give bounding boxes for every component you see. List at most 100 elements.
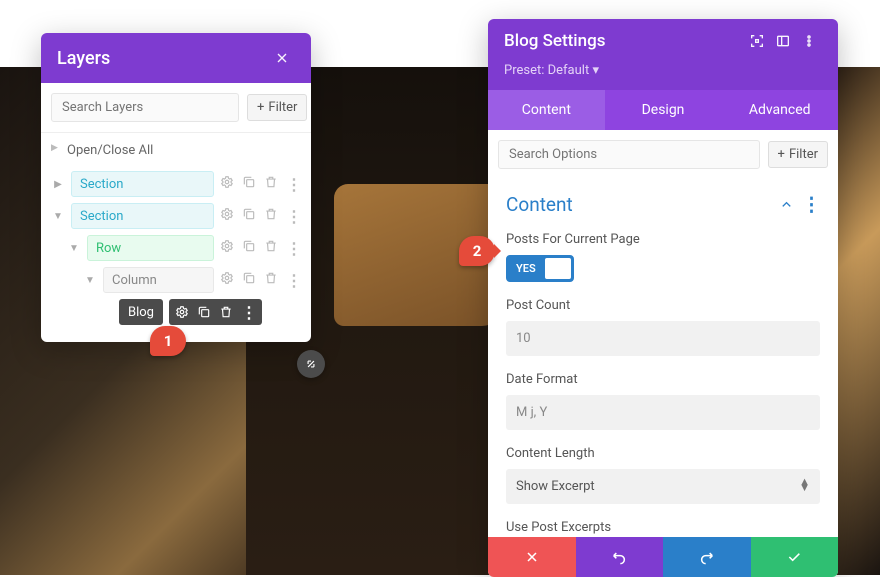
callout-2: 2 bbox=[459, 236, 495, 266]
callout-1: 1 bbox=[150, 326, 186, 356]
caret-down-icon[interactable]: ▼ bbox=[51, 211, 65, 222]
tree-row-column: ▼ Column ⋮ bbox=[51, 264, 301, 296]
save-button[interactable] bbox=[751, 537, 839, 577]
more-icon[interactable]: ⋮ bbox=[286, 207, 301, 226]
plus-icon: + bbox=[778, 147, 785, 162]
plus-icon: + bbox=[257, 100, 264, 115]
field-content-length: Content Length Show Excerpt ▲▼ bbox=[488, 440, 838, 514]
field-post-count: Post Count bbox=[488, 292, 838, 366]
tab-advanced[interactable]: Advanced bbox=[721, 90, 838, 130]
content-length-select[interactable]: Show Excerpt ▲▼ bbox=[506, 469, 820, 504]
tab-design[interactable]: Design bbox=[605, 90, 722, 130]
layers-header: Layers bbox=[41, 33, 311, 83]
layers-title: Layers bbox=[57, 48, 110, 69]
open-close-all[interactable]: ▶ Open/Close All bbox=[41, 133, 311, 168]
filter-label: Filter bbox=[268, 100, 297, 115]
more-icon[interactable]: ⋮ bbox=[286, 175, 301, 194]
blog-chip[interactable]: Blog bbox=[119, 299, 163, 325]
posts-current-toggle[interactable]: YES bbox=[506, 255, 574, 282]
row-actions-active: ⋮ bbox=[169, 299, 262, 325]
settings-panel: Blog Settings Preset: Default ▾ Content … bbox=[488, 19, 838, 577]
more-icon[interactable]: ⋮ bbox=[241, 303, 256, 322]
close-icon[interactable] bbox=[269, 45, 295, 71]
search-input[interactable] bbox=[51, 93, 239, 122]
section-title: Content bbox=[506, 193, 573, 216]
filter-label: Filter bbox=[789, 147, 818, 162]
expand-handle[interactable] bbox=[297, 350, 325, 378]
duplicate-icon[interactable] bbox=[242, 175, 256, 189]
trash-icon[interactable] bbox=[264, 175, 278, 189]
duplicate-icon[interactable] bbox=[197, 305, 211, 319]
caret-down-icon: ▾ bbox=[592, 63, 599, 78]
gear-icon[interactable] bbox=[220, 207, 234, 221]
gear-icon[interactable] bbox=[220, 239, 234, 253]
field-label: Content Length bbox=[506, 446, 820, 461]
caret-down-icon[interactable]: ▼ bbox=[83, 275, 97, 286]
select-value: Show Excerpt bbox=[506, 469, 820, 504]
duplicate-icon[interactable] bbox=[242, 239, 256, 253]
settings-footer bbox=[488, 537, 838, 577]
more-icon[interactable] bbox=[796, 28, 822, 54]
trash-icon[interactable] bbox=[264, 271, 278, 285]
layer-tree: ▶ Section ⋮ ▼ Section ⋮ ▼ Row bbox=[41, 168, 311, 342]
caret-down-icon[interactable]: ▼ bbox=[67, 243, 81, 254]
trash-icon[interactable] bbox=[219, 305, 233, 319]
panel-toggle-icon[interactable] bbox=[770, 28, 796, 54]
date-format-input[interactable] bbox=[506, 395, 820, 430]
field-posts-current: Posts For Current Page YES bbox=[488, 226, 838, 292]
tree-row-section: ▼ Section ⋮ bbox=[51, 200, 301, 232]
tree-row-row: ▼ Row ⋮ bbox=[51, 232, 301, 264]
preset-label: Preset: Default bbox=[504, 63, 589, 78]
filter-button[interactable]: + Filter bbox=[247, 94, 307, 121]
caret-right-icon: ▶ bbox=[51, 143, 58, 153]
section-chip[interactable]: Section bbox=[71, 171, 214, 197]
field-label: Use Post Excerpts bbox=[506, 520, 820, 535]
row-chip[interactable]: Row bbox=[87, 235, 214, 261]
more-icon[interactable]: ⋮ bbox=[286, 239, 301, 258]
tree-row-blog: Blog ⋮ bbox=[51, 296, 301, 328]
more-icon[interactable]: ⋮ bbox=[802, 193, 820, 216]
preset-row[interactable]: Preset: Default ▾ bbox=[488, 63, 838, 90]
cancel-button[interactable] bbox=[488, 537, 576, 577]
layers-panel: Layers + Filter ▶ Open/Close All ▶ Secti… bbox=[41, 33, 311, 342]
settings-header: Blog Settings bbox=[488, 19, 838, 63]
field-date-format: Date Format bbox=[488, 366, 838, 440]
more-icon[interactable]: ⋮ bbox=[286, 271, 301, 290]
section-content-header[interactable]: Content ⋮ bbox=[488, 179, 838, 226]
trash-icon[interactable] bbox=[264, 239, 278, 253]
trash-icon[interactable] bbox=[264, 207, 278, 221]
gear-icon[interactable] bbox=[220, 271, 234, 285]
row-actions: ⋮ bbox=[220, 271, 301, 290]
duplicate-icon[interactable] bbox=[242, 207, 256, 221]
chevron-up-icon[interactable] bbox=[779, 197, 794, 212]
field-use-excerpts: Use Post Excerpts bbox=[488, 514, 838, 537]
row-actions: ⋮ bbox=[220, 207, 301, 226]
settings-body: Content ⋮ Posts For Current Page YES Pos… bbox=[488, 179, 838, 537]
column-chip[interactable]: Column bbox=[103, 267, 214, 293]
field-label: Date Format bbox=[506, 372, 820, 387]
search-options-input[interactable] bbox=[498, 140, 760, 169]
tabs: Content Design Advanced bbox=[488, 90, 838, 130]
layers-search-row: + Filter bbox=[41, 83, 311, 133]
post-count-input[interactable] bbox=[506, 321, 820, 356]
field-label: Posts For Current Page bbox=[506, 232, 820, 247]
toggle-yes-label: YES bbox=[516, 262, 544, 275]
focus-icon[interactable] bbox=[744, 28, 770, 54]
updown-icon: ▲▼ bbox=[799, 479, 810, 491]
undo-button[interactable] bbox=[576, 537, 664, 577]
gear-icon[interactable] bbox=[175, 305, 189, 319]
duplicate-icon[interactable] bbox=[242, 271, 256, 285]
tree-row-section: ▶ Section ⋮ bbox=[51, 168, 301, 200]
gear-icon[interactable] bbox=[220, 175, 234, 189]
options-search-row: + Filter bbox=[488, 130, 838, 179]
row-actions: ⋮ bbox=[220, 175, 301, 194]
tab-content[interactable]: Content bbox=[488, 90, 605, 130]
section-chip[interactable]: Section bbox=[71, 203, 214, 229]
redo-button[interactable] bbox=[663, 537, 751, 577]
field-label: Post Count bbox=[506, 298, 820, 313]
row-actions: ⋮ bbox=[220, 239, 301, 258]
filter-button[interactable]: + Filter bbox=[768, 141, 828, 168]
caret-right-icon[interactable]: ▶ bbox=[51, 179, 65, 190]
toggle-knob bbox=[545, 258, 571, 279]
settings-title: Blog Settings bbox=[504, 31, 605, 51]
